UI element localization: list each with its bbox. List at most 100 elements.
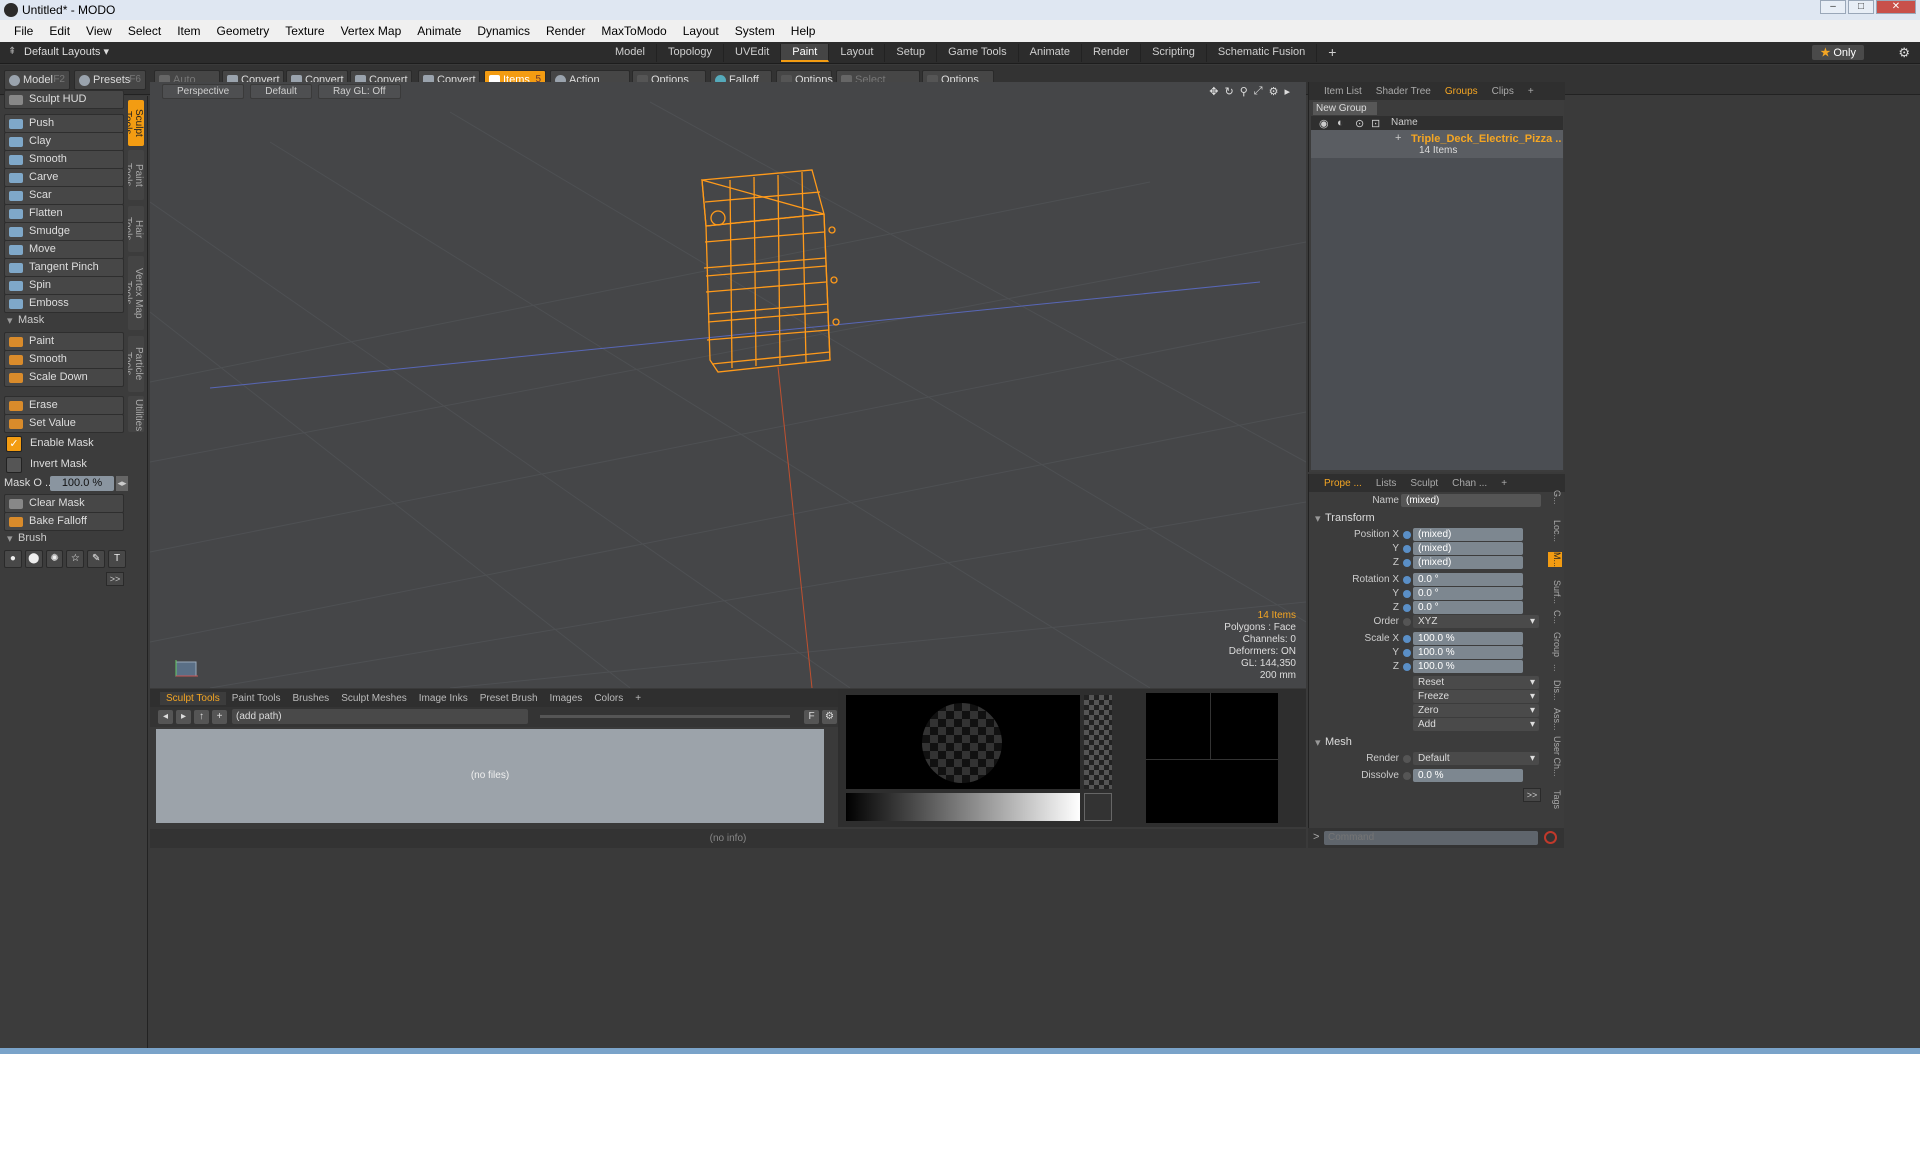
set-value-button[interactable]: Set Value <box>4 414 124 433</box>
tab-groups[interactable]: Groups <box>1438 85 1485 98</box>
menu-animate[interactable]: Animate <box>409 24 469 38</box>
tab-lists[interactable]: Lists <box>1369 477 1404 490</box>
mesh-section[interactable]: Mesh <box>1315 736 1352 749</box>
transform-section[interactable]: Transform <box>1315 512 1375 525</box>
add-path-icon[interactable]: + <box>212 710 227 724</box>
thumbnail-size-slider[interactable] <box>540 715 790 718</box>
group-expand-icon[interactable]: + <box>1395 132 1401 144</box>
anim-dot-icon[interactable] <box>1403 590 1411 598</box>
only-button[interactable]: ★ Only <box>1812 45 1864 60</box>
vtab-g[interactable]: G... <box>1548 490 1562 505</box>
visibility-column-icon[interactable]: ◉ <box>1319 117 1329 130</box>
vtab-group[interactable]: Group <box>1548 632 1562 657</box>
tab-topology[interactable]: Topology <box>657 44 725 62</box>
add-dropdown[interactable]: Add <box>1413 718 1539 731</box>
tab-colors[interactable]: Colors <box>588 692 629 705</box>
name-column-header[interactable]: Name <box>1391 117 1418 128</box>
zoom-view-icon[interactable]: ⚲ <box>1240 85 1248 98</box>
tab-layout[interactable]: Layout <box>829 44 886 62</box>
command-input[interactable] <box>1324 831 1538 845</box>
vtab-ass[interactable]: Ass... <box>1548 708 1562 731</box>
position-y-field[interactable]: (mixed) <box>1413 542 1523 555</box>
menu-item[interactable]: Item <box>169 24 208 38</box>
tool-smooth-button[interactable]: Smooth <box>4 150 124 169</box>
filter-button[interactable]: F <box>804 710 819 724</box>
group-row[interactable]: + Triple_Deck_Electric_Pizza ... 14 Item… <box>1311 130 1563 158</box>
scale-z-field[interactable]: 100.0 % <box>1413 660 1523 673</box>
tab-channels[interactable]: Chan ... <box>1445 477 1494 490</box>
anim-dot-icon[interactable] <box>1403 531 1411 539</box>
command-history-icon[interactable] <box>1544 831 1557 844</box>
vtab-paint-tools[interactable]: Paint Tools <box>128 150 144 200</box>
menu-system[interactable]: System <box>727 24 783 38</box>
anim-dot-icon[interactable] <box>1403 649 1411 657</box>
view-perspective-dropdown[interactable]: Perspective <box>162 83 245 99</box>
menu-maxtomodo[interactable]: MaxToModo <box>593 24 674 38</box>
raygl-dropdown[interactable]: Ray GL: Off <box>317 83 401 99</box>
add-browser-tab-button[interactable]: + <box>629 692 647 705</box>
vtab-user-channels[interactable]: User Ch... <box>1548 736 1562 777</box>
enable-mask-checkbox[interactable]: ✓ <box>6 436 22 452</box>
mask-scale-down-button[interactable]: Scale Down <box>4 368 124 387</box>
rotate-view-icon[interactable]: ↻ <box>1225 85 1234 98</box>
vtab-hair-tools[interactable]: Hair Tools <box>128 206 144 252</box>
tab-shader-tree[interactable]: Shader Tree <box>1369 85 1438 98</box>
menu-geometry[interactable]: Geometry <box>209 24 278 38</box>
tab-schematic-fusion[interactable]: Schematic Fusion <box>1207 44 1318 62</box>
presets-button[interactable]: Presets F6 <box>74 70 146 90</box>
anim-dot-icon[interactable] <box>1403 772 1411 780</box>
new-group-button[interactable]: New Group <box>1313 102 1377 115</box>
add-panel-tab-button[interactable]: + <box>1521 85 1541 98</box>
tab-sculpt[interactable]: Sculpt <box>1403 477 1445 490</box>
position-z-field[interactable]: (mixed) <box>1413 556 1523 569</box>
tab-uvedit[interactable]: UVEdit <box>724 44 782 62</box>
color-picker-quad[interactable] <box>1146 693 1278 823</box>
mask-section[interactable]: Mask <box>4 314 124 330</box>
move-view-icon[interactable]: ✥ <box>1209 85 1218 98</box>
group-name[interactable]: Triple_Deck_Electric_Pizza ... <box>1411 133 1561 145</box>
anim-dot-icon[interactable] <box>1403 618 1411 626</box>
vtab-dis[interactable]: Dis... <box>1548 680 1562 701</box>
scale-x-field[interactable]: 100.0 % <box>1413 632 1523 645</box>
menu-render[interactable]: Render <box>538 24 593 38</box>
rotation-z-field[interactable]: 0.0 ° <box>1413 601 1523 614</box>
viewport-gear-icon[interactable]: ⚙ <box>1269 85 1279 98</box>
tab-model[interactable]: Model <box>604 44 657 62</box>
tab-render[interactable]: Render <box>1082 44 1142 62</box>
tab-preset-brush[interactable]: Preset Brush <box>474 692 544 705</box>
name-field[interactable]: (mixed) <box>1401 494 1541 507</box>
menu-edit[interactable]: Edit <box>41 24 78 38</box>
scale-y-field[interactable]: 100.0 % <box>1413 646 1523 659</box>
render-column-icon[interactable]: ◐ <box>1337 117 1344 129</box>
splat-brush-icon[interactable]: ✺ <box>45 550 64 568</box>
tab-properties[interactable]: Prope ... <box>1317 477 1369 490</box>
dissolve-field[interactable]: 0.0 % <box>1413 769 1523 782</box>
maximize-view-icon[interactable]: ⤢ <box>1254 85 1263 98</box>
anim-dot-icon[interactable] <box>1403 559 1411 567</box>
tab-sculpt-meshes[interactable]: Sculpt Meshes <box>335 692 413 705</box>
mask-opacity-stepper-icon[interactable]: ◂▸ <box>116 476 128 491</box>
vtab-ellipsis[interactable]: ... <box>1548 664 1562 672</box>
order-dropdown[interactable]: XYZ <box>1413 615 1539 628</box>
back-arrow-icon[interactable]: ◂ <box>158 710 173 724</box>
tool-clay-button[interactable]: Clay <box>4 132 124 151</box>
position-x-field[interactable]: (mixed) <box>1413 528 1523 541</box>
tool-carve-button[interactable]: Carve <box>4 168 124 187</box>
tab-setup[interactable]: Setup <box>885 44 938 62</box>
tool-push-button[interactable]: Push <box>4 114 124 133</box>
file-list[interactable]: (no files) <box>156 729 824 823</box>
tool-tangent-pinch-button[interactable]: Tangent Pinch <box>4 258 124 277</box>
select-column-icon[interactable]: ⊡ <box>1371 117 1380 130</box>
3d-viewport[interactable]: Perspective Default Ray GL: Off ✥ ↻ ⚲ ⤢ … <box>150 82 1306 688</box>
custom-brush-icon[interactable]: ✎ <box>87 550 106 568</box>
invert-mask-checkbox[interactable] <box>6 457 22 473</box>
clear-mask-button[interactable]: Clear Mask <box>4 494 124 513</box>
tab-item-list[interactable]: Item List <box>1317 85 1369 98</box>
forward-arrow-icon[interactable]: ▸ <box>176 710 191 724</box>
anim-dot-icon[interactable] <box>1403 635 1411 643</box>
menu-vertex-map[interactable]: Vertex Map <box>333 24 410 38</box>
add-tab-button[interactable]: + <box>1317 44 1347 62</box>
anim-dot-icon[interactable] <box>1403 545 1411 553</box>
viewport-menu-icon[interactable]: ▸ <box>1284 85 1290 98</box>
opacity-strip[interactable] <box>1084 695 1112 789</box>
